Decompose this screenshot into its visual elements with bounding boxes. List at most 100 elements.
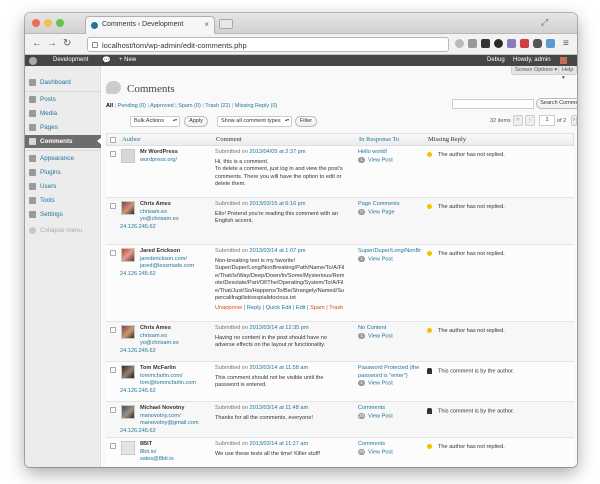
author-url[interactable]: chrisam.es bbox=[140, 209, 179, 217]
window-icon[interactable] bbox=[546, 39, 555, 48]
first-page-button[interactable]: « bbox=[513, 115, 523, 126]
current-page-input[interactable]: 1 bbox=[539, 115, 555, 126]
post-title-link[interactable]: Page Comments bbox=[358, 201, 428, 209]
back-icon[interactable]: ← bbox=[32, 37, 42, 51]
extension-icon[interactable] bbox=[455, 39, 464, 48]
author-ip[interactable]: 24.126.245.62 bbox=[120, 428, 199, 436]
view-page-link[interactable]: View Page bbox=[368, 209, 395, 215]
comment-date-link[interactable]: 2013/03/14 at 12:35 pm bbox=[250, 325, 309, 331]
comment-date-link[interactable]: 2013/03/14 at 11:48 am bbox=[250, 405, 309, 411]
spam-trash-links[interactable]: Spam | Trash bbox=[310, 305, 343, 311]
menu-item-dashboard[interactable]: Dashboard bbox=[25, 76, 101, 89]
menu-item-media[interactable]: Media bbox=[25, 107, 101, 120]
debug-link[interactable]: Debug bbox=[487, 55, 505, 66]
pinterest-icon[interactable] bbox=[520, 39, 529, 48]
screen-options-button[interactable]: Screen Options ▾ bbox=[511, 66, 562, 75]
comment-count-badge[interactable]: 1 bbox=[358, 156, 365, 163]
view-post-link[interactable]: View Post bbox=[368, 333, 393, 339]
filter-missing-reply[interactable]: Missing Reply (0) bbox=[235, 103, 277, 109]
post-title-link[interactable]: Password Protected (the password is "ent… bbox=[358, 365, 428, 380]
row-checkbox[interactable] bbox=[110, 407, 116, 413]
filter-pending[interactable]: Pending (0) bbox=[118, 103, 146, 109]
row-checkbox[interactable] bbox=[110, 151, 116, 157]
author-url[interactable]: wordpress.org/ bbox=[140, 157, 177, 163]
filter-button[interactable]: Filter bbox=[295, 116, 317, 127]
author-url[interactable]: jarederickson.com/ bbox=[140, 256, 194, 264]
filter-all[interactable]: All bbox=[106, 103, 113, 109]
glasses-icon[interactable] bbox=[533, 39, 542, 48]
post-title-link[interactable]: Comments bbox=[358, 441, 428, 449]
author-ip[interactable]: 24.126.245.62 bbox=[120, 388, 196, 396]
github-icon[interactable] bbox=[494, 39, 503, 48]
comment-count-badge[interactable]: 1 bbox=[358, 332, 365, 339]
author-email[interactable]: jared@lessmade.com bbox=[140, 263, 194, 271]
new-tab-button[interactable] bbox=[219, 19, 233, 29]
filter-approved[interactable]: Approved bbox=[150, 103, 174, 109]
help-button[interactable]: Help ▾ bbox=[558, 66, 577, 81]
minimize-window-button[interactable] bbox=[44, 19, 52, 27]
author-url[interactable]: tommcfarlin.com/ bbox=[140, 373, 196, 381]
menu-item-plugins[interactable]: Plugins bbox=[25, 166, 101, 179]
comment-count-badge[interactable]: 0 bbox=[358, 208, 365, 215]
comment-date-link[interactable]: 2013/03/14 at 1:07 pm bbox=[250, 248, 306, 254]
menu-item-users[interactable]: Users bbox=[25, 180, 101, 193]
comment-count-badge[interactable]: 20 bbox=[358, 412, 366, 419]
column-author[interactable]: Author bbox=[122, 136, 140, 143]
author-ip[interactable]: 24.126.245.62 bbox=[120, 348, 179, 356]
bulk-actions-select[interactable]: Bulk Actions bbox=[130, 116, 180, 127]
comment-count-badge[interactable]: 20 bbox=[358, 448, 366, 455]
new-content-link[interactable]: + New bbox=[119, 55, 136, 66]
prev-page-button[interactable]: ‹ bbox=[525, 115, 535, 126]
select-all-checkbox[interactable] bbox=[110, 137, 116, 143]
comment-date-link[interactable]: 2013/03/14 at 11:27 am bbox=[250, 441, 309, 447]
author-email[interactable]: manovotny@gmail.com bbox=[140, 420, 199, 428]
author-url[interactable]: 8bit.io/ bbox=[140, 449, 174, 457]
next-page-button[interactable]: › bbox=[571, 115, 577, 126]
reply-edit-links[interactable]: | Reply | Quick Edit | Edit | bbox=[242, 305, 310, 311]
close-tab-icon[interactable]: × bbox=[204, 20, 209, 29]
search-input[interactable] bbox=[452, 99, 534, 109]
comment-count-badge[interactable]: 1 bbox=[358, 255, 365, 262]
row-checkbox[interactable] bbox=[110, 367, 116, 373]
wordpress-logo-icon[interactable] bbox=[29, 56, 37, 65]
row-checkbox[interactable] bbox=[110, 203, 116, 209]
site-name-link[interactable]: Development bbox=[53, 55, 88, 66]
view-post-link[interactable]: View Post bbox=[368, 413, 393, 419]
comment-type-select[interactable]: Show all comment types bbox=[217, 116, 292, 127]
post-title-link[interactable]: Comments bbox=[358, 405, 428, 413]
post-title-link[interactable]: Hello world! bbox=[358, 149, 428, 157]
view-post-link[interactable]: View Post bbox=[368, 256, 393, 262]
column-in-response-to[interactable]: In Response To bbox=[359, 136, 399, 143]
layers-icon[interactable] bbox=[481, 39, 490, 48]
view-post-link[interactable]: View Post bbox=[368, 449, 393, 455]
restore-window-icon[interactable]: ⤢ bbox=[541, 17, 548, 28]
address-bar[interactable]: localhost/tom/wp-admin/edit-comments.php bbox=[87, 37, 449, 52]
menu-item-posts[interactable]: Posts bbox=[25, 93, 101, 106]
comment-date-link[interactable]: 2013/04/05 at 2:37 pm bbox=[250, 149, 306, 155]
author-ip[interactable]: 24.126.245.62 bbox=[120, 271, 194, 279]
howdy-link[interactable]: Howdy, admin bbox=[513, 55, 551, 66]
menu-item-settings[interactable]: Settings bbox=[25, 208, 101, 221]
author-email[interactable]: sales@8bit.io bbox=[140, 456, 174, 464]
author-url[interactable]: chrisam.es bbox=[140, 333, 179, 341]
menu-item-pages[interactable]: Pages bbox=[25, 121, 101, 134]
filter-spam[interactable]: Spam (0) bbox=[178, 103, 201, 109]
avatar[interactable] bbox=[560, 57, 567, 64]
menu-item-comments[interactable]: Comments bbox=[25, 135, 102, 148]
filter-trash[interactable]: Trash (22) bbox=[205, 103, 230, 109]
post-title-link[interactable]: No Content bbox=[358, 325, 428, 333]
author-email[interactable]: tom@tommcfarlin.com bbox=[140, 380, 196, 388]
collapse-menu-button[interactable]: Collapse menu bbox=[25, 224, 101, 237]
menu-item-tools[interactable]: Tools bbox=[25, 194, 101, 207]
view-post-link[interactable]: View Post bbox=[368, 157, 393, 163]
author-ip[interactable]: 24.126.245.62 bbox=[120, 224, 179, 232]
apply-button[interactable]: Apply bbox=[184, 116, 208, 127]
pocket-icon[interactable] bbox=[507, 39, 516, 48]
menu-item-appearance[interactable]: Appearance bbox=[25, 152, 101, 165]
author-email[interactable]: yo@chrisam.es bbox=[140, 340, 179, 348]
star-icon[interactable] bbox=[468, 39, 477, 48]
row-checkbox[interactable] bbox=[110, 443, 116, 449]
post-title-link[interactable]: Super/Duper/Long/NonBr bbox=[358, 248, 428, 256]
comment-count-badge[interactable]: 1 bbox=[358, 380, 365, 386]
zoom-window-button[interactable] bbox=[56, 19, 64, 27]
